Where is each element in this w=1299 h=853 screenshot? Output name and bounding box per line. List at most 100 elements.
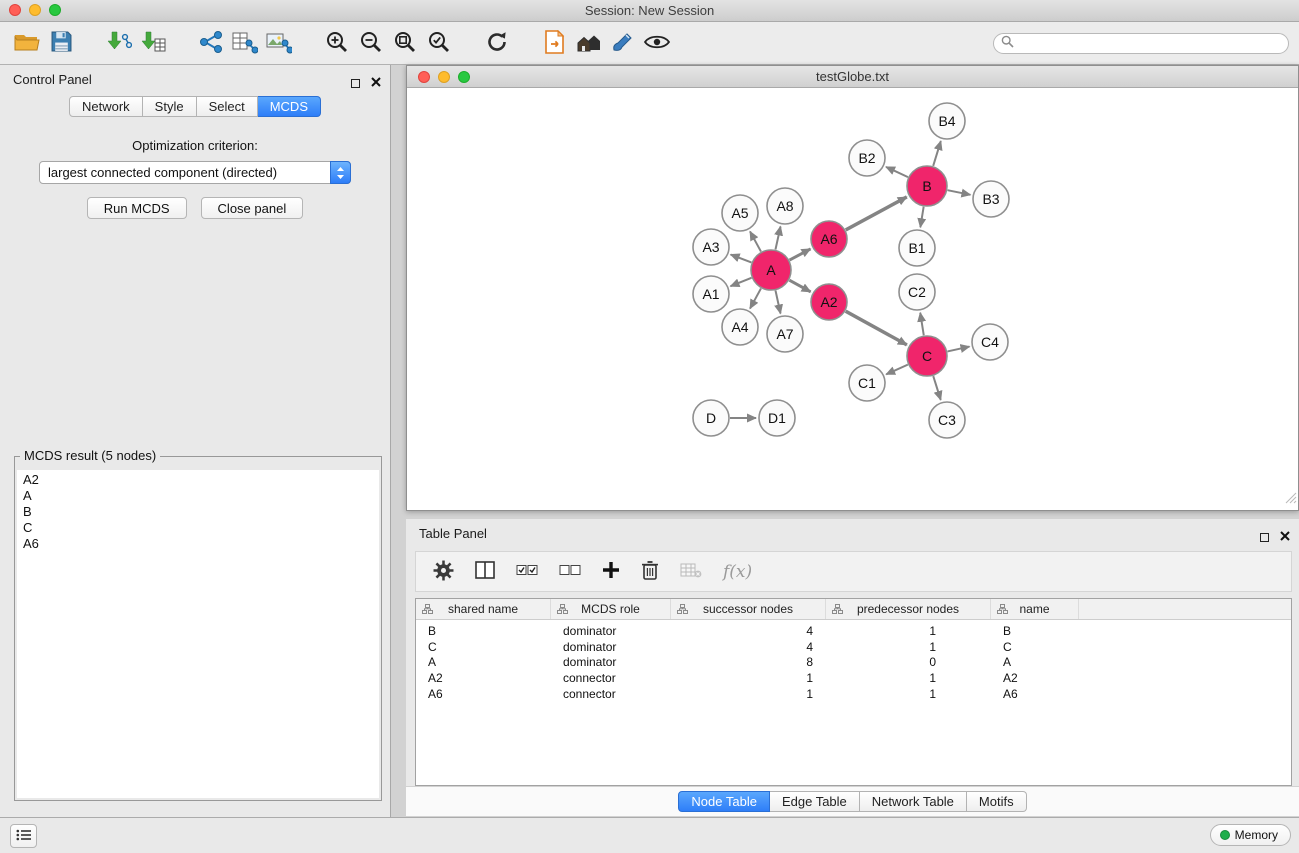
task-history-button[interactable]	[10, 824, 37, 848]
zoom-out-button[interactable]	[354, 25, 388, 61]
apply-style-button[interactable]	[606, 25, 640, 61]
network-image-button[interactable]	[262, 25, 296, 61]
tab-node-table[interactable]: Node Table	[678, 791, 770, 812]
result-item[interactable]: A2	[17, 472, 379, 488]
apply-function-button[interactable]: f(x)	[723, 562, 752, 582]
node-A4[interactable]: A4	[722, 309, 758, 345]
zoom-fit-button[interactable]	[388, 25, 422, 61]
home-button[interactable]	[572, 25, 606, 61]
deselect-all-button[interactable]	[559, 562, 581, 581]
export-document-button[interactable]	[538, 25, 572, 61]
tab-network[interactable]: Network	[69, 96, 143, 117]
result-item[interactable]: A	[17, 488, 379, 504]
close-table-panel-icon[interactable]	[1280, 528, 1290, 546]
tab-select[interactable]: Select	[197, 96, 258, 117]
table-row[interactable]: Cdominator41C	[416, 639, 1291, 655]
table-settings-button[interactable]	[433, 560, 454, 584]
edge-A-A1[interactable]	[730, 278, 751, 286]
result-item[interactable]: B	[17, 504, 379, 520]
edge-B-B3[interactable]	[948, 190, 971, 195]
edge-A6-B[interactable]	[846, 197, 907, 230]
edge-C-C2[interactable]	[920, 313, 924, 336]
edge-B-B4[interactable]	[933, 141, 941, 166]
edge-B-B2[interactable]	[886, 167, 908, 177]
node-C[interactable]: C	[907, 336, 947, 376]
node-A6[interactable]: A6	[811, 221, 847, 257]
node-B1[interactable]: B1	[899, 230, 935, 266]
zoom-selected-button[interactable]	[422, 25, 456, 61]
import-table-button[interactable]	[136, 25, 170, 61]
tab-edge-table[interactable]: Edge Table	[770, 791, 860, 812]
show-details-button[interactable]	[640, 25, 674, 61]
node-A2[interactable]: A2	[811, 284, 847, 320]
network-table-button[interactable]	[228, 25, 262, 61]
node-A[interactable]: A	[751, 250, 791, 290]
tab-style[interactable]: Style	[143, 96, 197, 117]
run-mcds-button[interactable]: Run MCDS	[87, 197, 187, 219]
edge-C-C1[interactable]	[886, 365, 908, 375]
edge-A-A5[interactable]	[750, 231, 761, 251]
node-C1[interactable]: C1	[849, 365, 885, 401]
table-row[interactable]: A6connector11A6	[416, 686, 1291, 702]
tab-network-table[interactable]: Network Table	[860, 791, 967, 812]
edge-A-A7[interactable]	[775, 291, 780, 314]
save-session-button[interactable]	[44, 25, 78, 61]
search-box[interactable]	[993, 33, 1289, 54]
node-C2[interactable]: C2	[899, 274, 935, 310]
column-header-predecessor-nodes[interactable]: predecessor nodes	[826, 599, 991, 619]
node-B4[interactable]: B4	[929, 103, 965, 139]
resize-grip[interactable]	[1284, 491, 1297, 509]
close-panel-button[interactable]: Close panel	[201, 197, 304, 219]
edge-A-A2[interactable]	[789, 280, 810, 292]
tab-motifs[interactable]: Motifs	[967, 791, 1027, 812]
new-network-button[interactable]	[194, 25, 228, 61]
table-row[interactable]: Adominator80A	[416, 654, 1291, 670]
column-header-name[interactable]: name	[991, 599, 1079, 619]
result-item[interactable]: C	[17, 520, 379, 536]
node-A7[interactable]: A7	[767, 316, 803, 352]
edge-C-C3[interactable]	[933, 376, 940, 400]
memory-button[interactable]: Memory	[1210, 824, 1291, 846]
criterion-dropdown[interactable]: largest connected component (directed)	[39, 161, 351, 184]
column-header-shared-name[interactable]: shared name	[416, 599, 551, 619]
node-A1[interactable]: A1	[693, 276, 729, 312]
node-B3[interactable]: B3	[973, 181, 1009, 217]
select-all-button[interactable]	[516, 562, 538, 581]
float-table-panel-button[interactable]	[1260, 533, 1269, 542]
node-C4[interactable]: C4	[972, 324, 1008, 360]
node-D1[interactable]: D1	[759, 400, 795, 436]
column-header-MCDS-role[interactable]: MCDS role	[551, 599, 671, 619]
edge-A-A8[interactable]	[775, 227, 780, 250]
dropdown-stepper-icon[interactable]	[330, 161, 351, 184]
import-network-button[interactable]	[102, 25, 136, 61]
node-C3[interactable]: C3	[929, 402, 965, 438]
network-canvas[interactable]: B4 B2 B B3 A5A8A6 B1 A3 A C2 A1 A2 A4A7 C4 C C1 C3 D D1	[407, 88, 1298, 510]
edge-A-A6[interactable]	[790, 249, 811, 260]
edge-B-B1[interactable]	[920, 207, 923, 228]
node-B[interactable]: B	[907, 166, 947, 206]
show-columns-button[interactable]	[475, 561, 495, 582]
float-panel-button[interactable]	[351, 79, 360, 88]
delete-row-button[interactable]	[641, 560, 659, 583]
node-A5[interactable]: A5	[722, 195, 758, 231]
tab-mcds[interactable]: MCDS	[258, 96, 321, 117]
node-A3[interactable]: A3	[693, 229, 729, 265]
refresh-button[interactable]	[480, 25, 514, 61]
table-row[interactable]: A2connector11A2	[416, 670, 1291, 686]
node-D[interactable]: D	[693, 400, 729, 436]
edge-A2-C[interactable]	[846, 311, 907, 345]
edge-A-A4[interactable]	[750, 288, 761, 308]
open-session-button[interactable]	[10, 25, 44, 61]
column-header-successor-nodes[interactable]: successor nodes	[671, 599, 826, 619]
edge-C-C4[interactable]	[947, 347, 969, 352]
edge-A-A3[interactable]	[731, 255, 752, 263]
node-A8[interactable]: A8	[767, 188, 803, 224]
add-row-button[interactable]	[602, 561, 620, 582]
result-item[interactable]: A6	[17, 536, 379, 552]
node-B2[interactable]: B2	[849, 140, 885, 176]
close-panel-icon[interactable]	[371, 74, 381, 92]
clear-table-button[interactable]	[680, 562, 702, 582]
table-row[interactable]: Bdominator41B	[416, 623, 1291, 639]
search-input[interactable]	[1018, 35, 1288, 52]
zoom-in-button[interactable]	[320, 25, 354, 61]
